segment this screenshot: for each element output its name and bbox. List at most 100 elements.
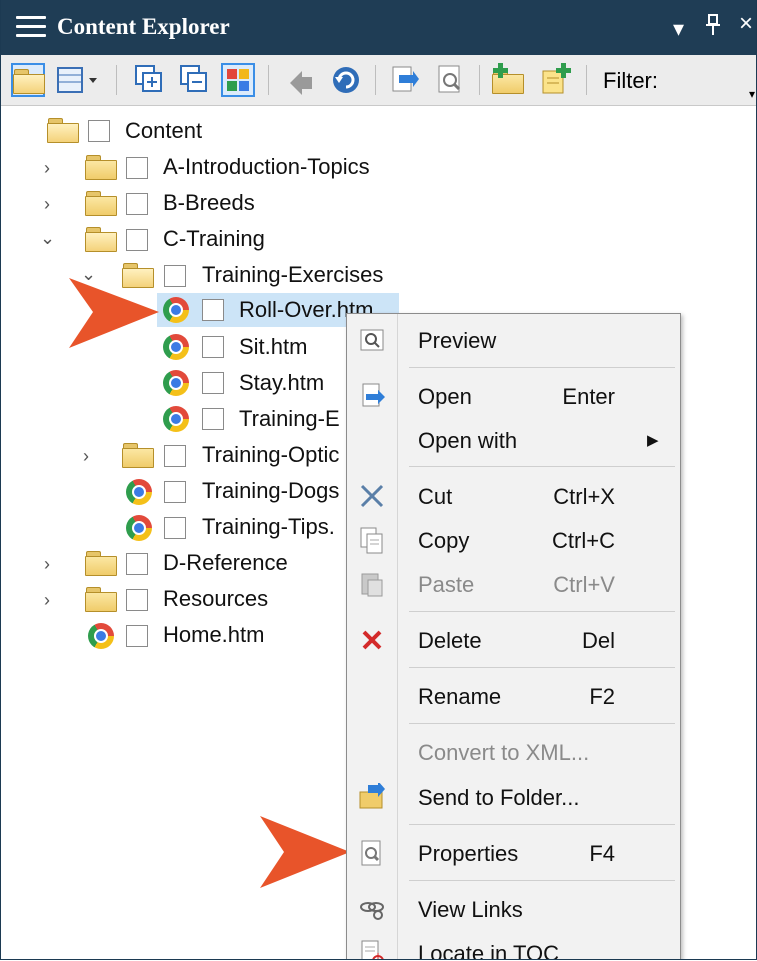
checkbox[interactable]	[164, 265, 186, 287]
menu-item-send-to-folder[interactable]: Send to Folder...	[347, 777, 680, 817]
chrome-icon	[163, 334, 189, 360]
menu-item-label: Delete	[418, 628, 482, 653]
tree-item-d-reference[interactable]: D-Reference	[163, 550, 288, 576]
folder-icon	[85, 551, 117, 576]
checkbox[interactable]	[202, 408, 224, 430]
checkbox[interactable]	[126, 229, 148, 251]
new-folder-icon[interactable]	[491, 63, 525, 97]
menu-separator	[409, 611, 675, 612]
menu-item-preview[interactable]: Preview	[347, 320, 680, 360]
properties-icon[interactable]	[433, 63, 467, 97]
menu-item-rename[interactable]: Rename F2	[347, 676, 680, 716]
menu-item-label: Rename	[418, 684, 502, 709]
submenu-arrow-icon: ▶	[647, 432, 659, 449]
checkbox[interactable]	[202, 336, 224, 358]
expand-chevron-icon[interactable]: ›	[83, 446, 89, 467]
copy-icon	[358, 526, 386, 554]
expand-chevron-icon[interactable]: ›	[44, 554, 50, 575]
checkbox[interactable]	[126, 193, 148, 215]
tree-item-sit[interactable]: Sit.htm	[239, 334, 307, 360]
folder-open-icon	[85, 227, 117, 252]
checkbox[interactable]	[126, 157, 148, 179]
cut-icon	[358, 482, 386, 510]
tree-item-training-dogs[interactable]: Training-Dogs	[202, 478, 339, 504]
checkbox[interactable]	[126, 625, 148, 647]
collapse-chevron-icon[interactable]: ⌄	[40, 228, 55, 249]
folder-icon	[85, 191, 117, 216]
menu-item-open-with[interactable]: Open with ▶	[347, 420, 680, 460]
tree-item-content[interactable]: Content	[125, 118, 202, 144]
add-file-icon[interactable]	[539, 63, 573, 97]
chrome-icon	[126, 479, 152, 505]
paste-icon	[358, 570, 386, 598]
checkbox[interactable]	[164, 517, 186, 539]
expand-chevron-icon[interactable]: ›	[44, 158, 50, 179]
menu-item-label: Send to Folder...	[418, 785, 580, 810]
chrome-icon	[126, 515, 152, 541]
delete-icon	[358, 626, 386, 654]
tree-item-resources[interactable]: Resources	[163, 586, 268, 612]
grid-icon[interactable]	[221, 63, 255, 97]
tree-item-training-e[interactable]: Training-E	[239, 406, 340, 432]
tree-item-training-exercises[interactable]: Training-Exercises	[202, 262, 383, 288]
checkbox[interactable]	[164, 481, 186, 503]
checkbox[interactable]	[88, 120, 110, 142]
menu-item-shortcut: Del	[581, 628, 615, 653]
expand-all-icon[interactable]	[133, 63, 167, 97]
menu-item-convert-to-xml[interactable]: Convert to XML...	[347, 732, 680, 772]
menu-item-shortcut: Enter	[562, 384, 615, 409]
menu-item-properties[interactable]: Properties F4	[347, 833, 680, 873]
expand-chevron-icon[interactable]: ›	[44, 590, 50, 611]
toolbar-overflow-icon[interactable]: ▾	[749, 87, 755, 101]
bind-icon[interactable]	[387, 63, 421, 97]
chrome-icon	[163, 406, 189, 432]
close-icon[interactable]: ×	[739, 10, 753, 38]
folder-icon	[85, 587, 117, 612]
checkbox[interactable]	[164, 445, 186, 467]
menu-item-label: Properties	[418, 841, 519, 866]
tree-item-stay[interactable]: Stay.htm	[239, 370, 324, 396]
hamburger-menu-icon[interactable]	[16, 16, 46, 38]
properties-icon	[358, 839, 386, 867]
chrome-icon	[163, 297, 189, 323]
dropdown-icon[interactable]: ▾	[673, 16, 684, 42]
locate-toc-icon	[358, 939, 386, 959]
menu-item-paste[interactable]: Paste Ctrl+V	[347, 564, 680, 604]
collapse-all-icon[interactable]	[178, 63, 212, 97]
menu-item-locate-in-toc[interactable]: Locate in TOC	[347, 933, 680, 960]
menu-item-open[interactable]: Open Enter	[347, 376, 680, 416]
forward-icon[interactable]	[284, 63, 318, 97]
title-bar: Content Explorer ▾ ×	[1, 0, 756, 55]
menu-item-label: Locate in TOC	[418, 941, 560, 960]
filter-label: Filter:	[603, 68, 658, 93]
folder-icon	[122, 443, 154, 468]
checkbox[interactable]	[126, 589, 148, 611]
menu-item-label: Cut	[418, 484, 453, 509]
send-to-folder-icon	[358, 781, 386, 811]
menu-item-delete[interactable]: Delete Del	[347, 620, 680, 660]
menu-item-shortcut: Ctrl+C	[552, 528, 615, 553]
tree-item-b-breeds[interactable]: B-Breeds	[163, 190, 255, 216]
tree-item-training-tips[interactable]: Training-Tips.	[202, 514, 335, 540]
tree-item-training-options[interactable]: Training-Optic	[202, 442, 339, 468]
menu-item-cut[interactable]: Cut Ctrl+X	[347, 476, 680, 516]
checkbox[interactable]	[202, 372, 224, 394]
callout-arrow-icon	[69, 278, 159, 348]
open-folder-icon[interactable]	[11, 63, 45, 97]
checkbox[interactable]	[126, 553, 148, 575]
expand-chevron-icon[interactable]: ›	[44, 194, 50, 215]
pin-icon[interactable]	[706, 14, 720, 42]
chrome-icon	[88, 623, 114, 649]
menu-item-shortcut: Ctrl+V	[553, 572, 615, 597]
menu-item-view-links[interactable]: View Links	[347, 889, 680, 929]
tree-item-c-training[interactable]: C-Training	[163, 226, 265, 252]
checkbox[interactable]	[202, 299, 224, 321]
tree-item-home[interactable]: Home.htm	[163, 622, 264, 648]
menu-item-copy[interactable]: Copy Ctrl+C	[347, 520, 680, 560]
context-menu: Preview Open Enter Open with ▶ Cut Ctrl+…	[346, 313, 681, 960]
refresh-icon[interactable]	[329, 63, 363, 97]
tree-item-a-introduction-topics[interactable]: A-Introduction-Topics	[163, 154, 370, 180]
open-icon	[358, 382, 386, 410]
view-dropdown-icon[interactable]	[56, 63, 97, 97]
preview-icon	[358, 326, 386, 354]
